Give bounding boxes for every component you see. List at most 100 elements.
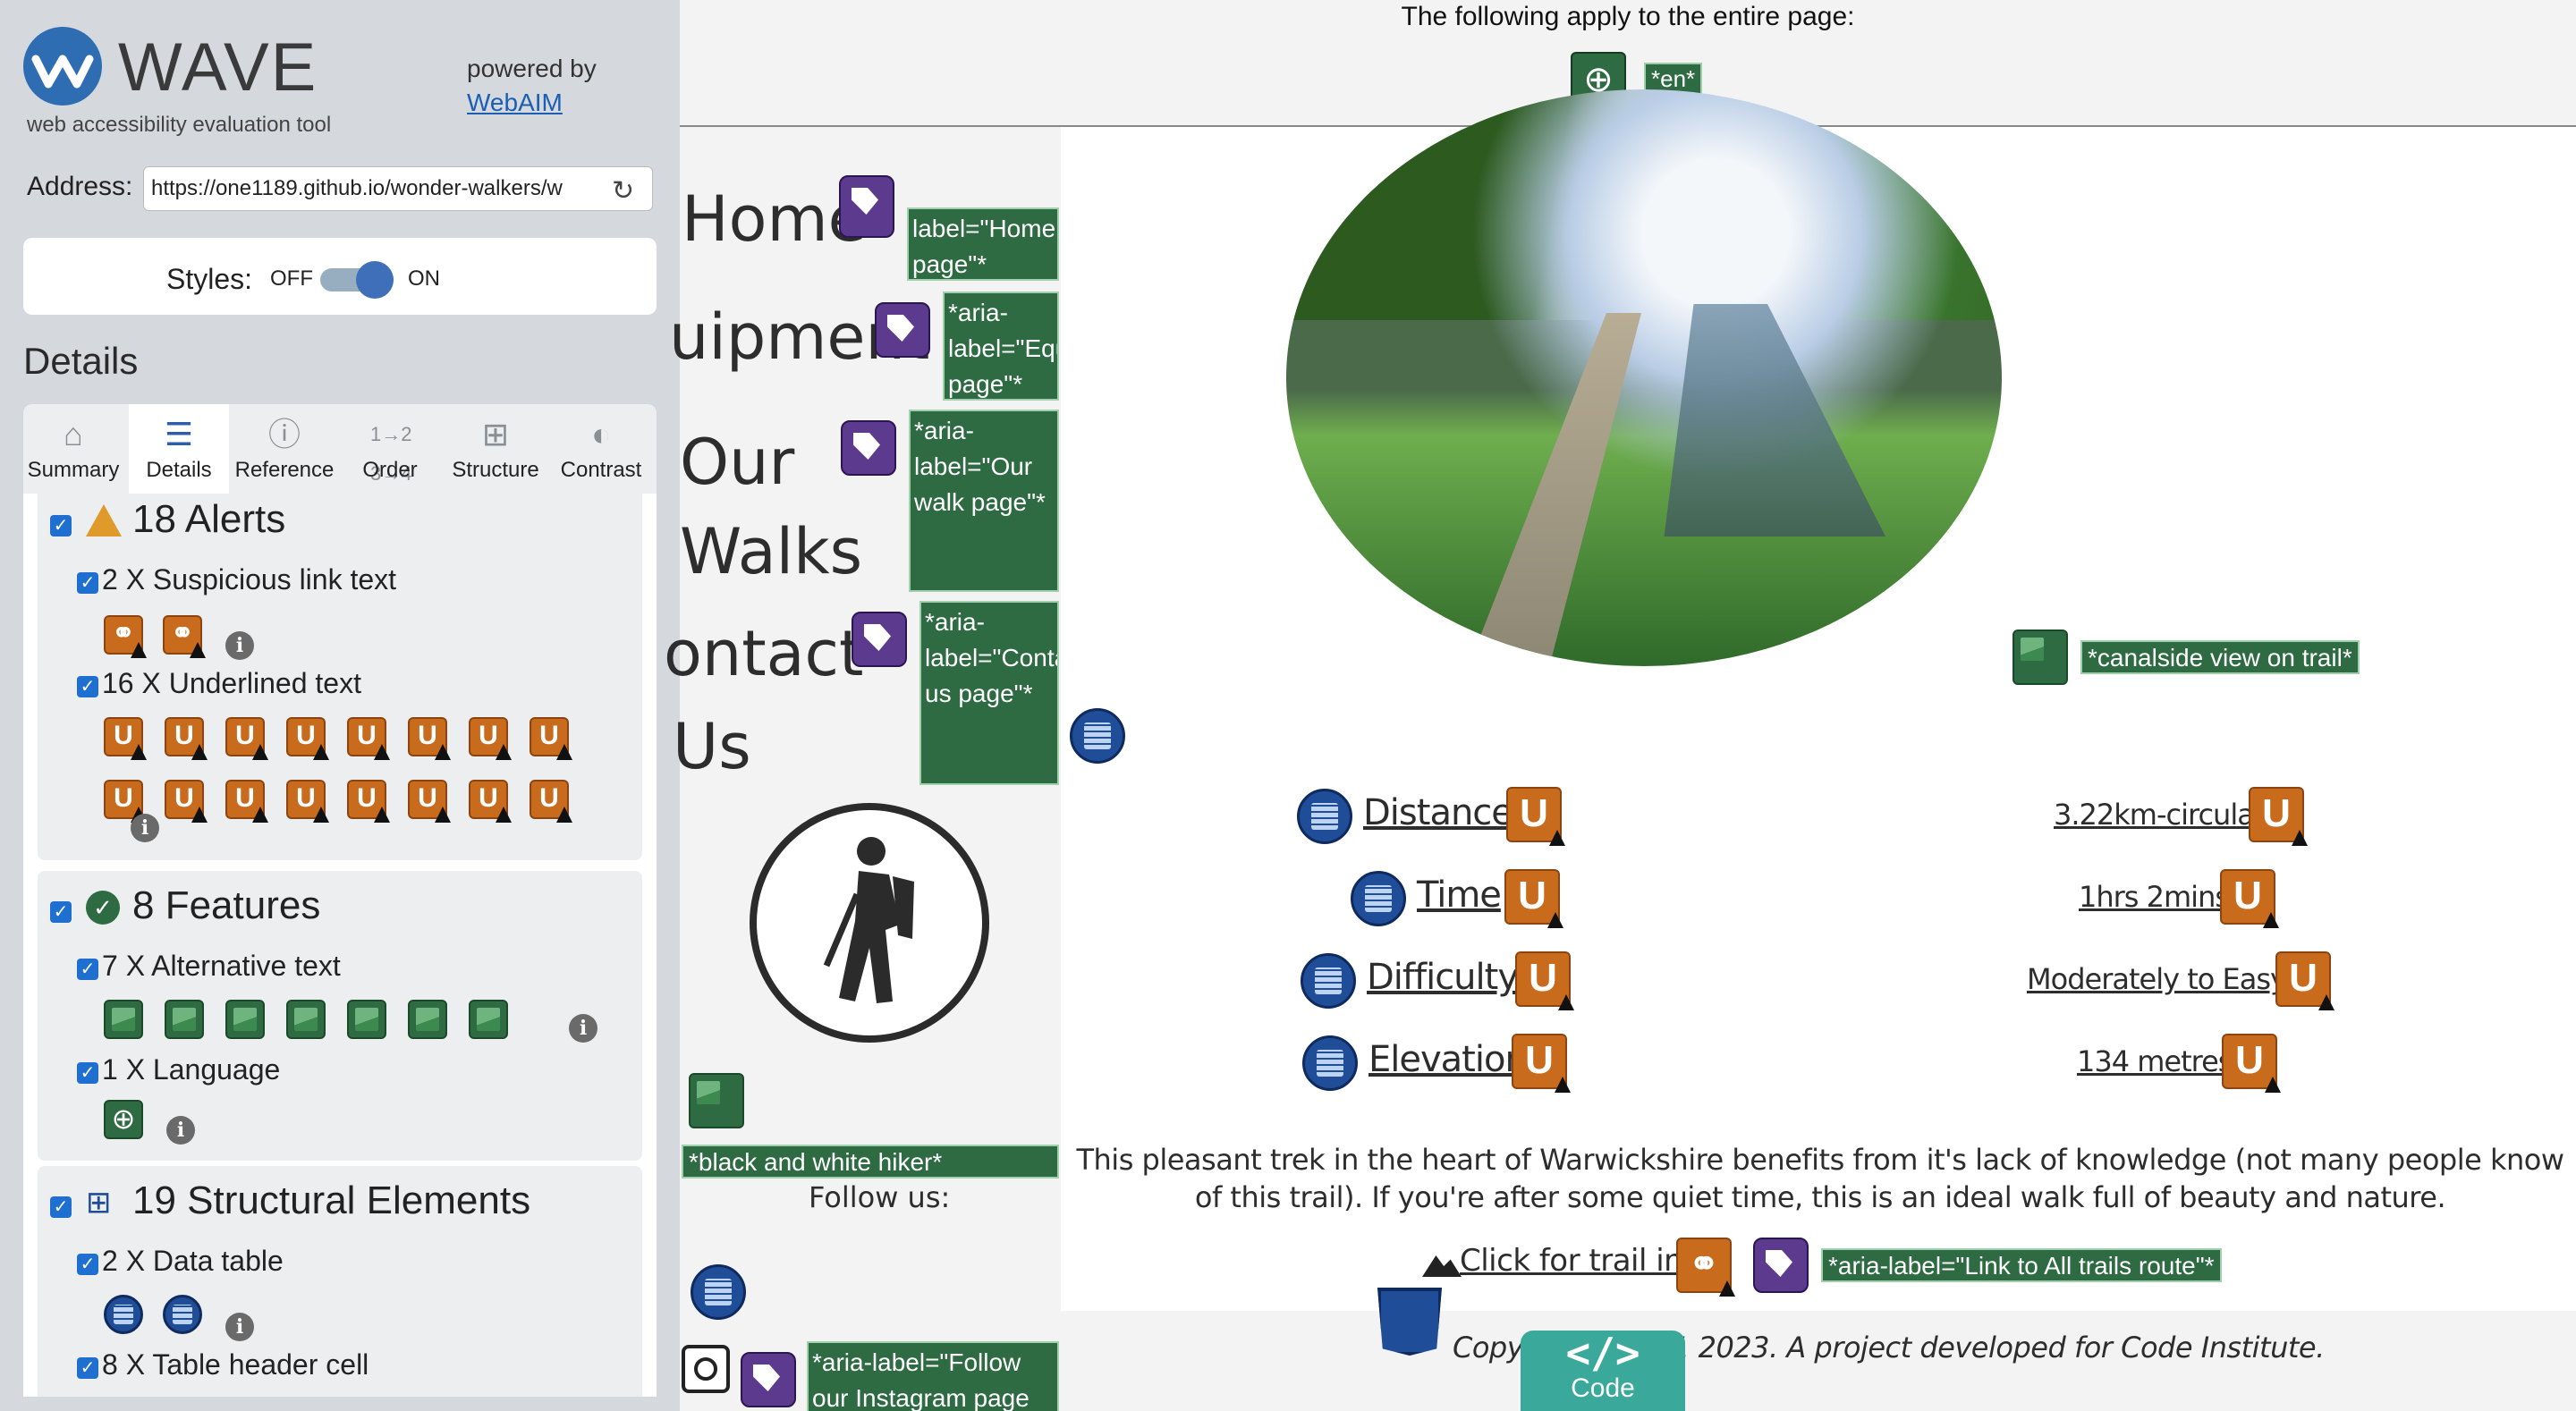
table-header-cell-icon[interactable] — [1297, 789, 1352, 844]
table-header-elevation[interactable]: Elevation — [1368, 1039, 1528, 1080]
suspicious-checkbox[interactable]: ✓ — [77, 572, 98, 594]
underlined-text-icon[interactable]: U — [104, 780, 147, 823]
alt-text-checkbox[interactable]: ✓ — [77, 959, 98, 980]
styles-toggle-knob[interactable] — [356, 261, 394, 299]
table-header-time[interactable]: Time — [1417, 874, 1502, 916]
alt-text-icon[interactable] — [689, 1073, 744, 1128]
data-table-icon[interactable] — [163, 1295, 202, 1334]
underlined-text-icon[interactable]: U — [347, 780, 390, 823]
underlined-text-label: 16 X Underlined text — [102, 667, 361, 699]
underlined-text-icon[interactable]: U — [2220, 869, 2279, 928]
underlined-text-icon[interactable]: U — [2249, 787, 2308, 846]
underlined-text-icon[interactable]: U — [347, 717, 390, 760]
tab-label: Details — [146, 458, 212, 482]
underlined-text-icon[interactable]: U — [469, 717, 512, 760]
aria-label-icon[interactable] — [839, 175, 894, 238]
hero-alt-tag: *canalside view on trail* — [2080, 640, 2360, 674]
aria-label-icon[interactable] — [852, 612, 907, 667]
table-header-cell-icon[interactable] — [1351, 871, 1406, 926]
alt-text-icon[interactable] — [2012, 629, 2068, 685]
table-header-distance[interactable]: Distance — [1363, 792, 1513, 833]
underlined-text-icon[interactable]: U — [408, 780, 451, 823]
underlined-text-icon[interactable]: U — [1512, 1034, 1571, 1093]
wave-subtitle: web accessibility evaluation tool — [27, 113, 332, 137]
tab-reference[interactable]: ⓘ Reference — [234, 404, 335, 494]
info-icon[interactable]: i — [225, 631, 254, 660]
underlined-text-icon[interactable]: U — [1506, 787, 1565, 846]
list-structure-icon[interactable] — [1070, 708, 1125, 764]
info-icon[interactable]: i — [569, 1014, 597, 1043]
table-header-cell-icon[interactable] — [1301, 953, 1356, 1009]
underlined-text-icon[interactable]: U — [225, 780, 268, 823]
features-checkbox[interactable]: ✓ — [50, 901, 72, 923]
alt-text-icon[interactable] — [469, 1000, 508, 1039]
underlined-text-icon[interactable]: U — [286, 780, 329, 823]
tab-summary[interactable]: ⌂ Summary — [23, 404, 123, 494]
footer-structure-icon[interactable] — [1377, 1288, 1442, 1356]
tab-details[interactable]: ☰ Details — [129, 404, 229, 494]
data-table-checkbox[interactable]: ✓ — [77, 1254, 98, 1275]
code-button[interactable]: </> Code — [1521, 1331, 1685, 1411]
underlined-text-icon[interactable]: U — [530, 717, 572, 760]
details-heading: Details — [23, 340, 139, 382]
language-globe-icon[interactable]: ⊕ — [104, 1100, 143, 1139]
alerts-group: ✓ 18 Alerts ✓ 2 X Suspicious link text ⚭… — [38, 494, 642, 860]
address-input[interactable]: https://one1189.github.io/wonder-walkers… — [143, 166, 653, 211]
structure-heading: 19 Structural Elements — [132, 1179, 531, 1222]
alt-text-icon[interactable] — [165, 1000, 204, 1039]
alt-text-icon[interactable] — [286, 1000, 326, 1039]
tab-structure[interactable]: ⊞ Structure — [445, 404, 546, 494]
instagram-icon[interactable] — [682, 1345, 730, 1393]
list-structure-icon[interactable] — [691, 1264, 746, 1320]
hero-image — [1286, 89, 2002, 666]
underlined-text-icon[interactable]: U — [165, 780, 208, 823]
aria-label-icon[interactable] — [741, 1352, 796, 1407]
wave-logo-text: WAVE — [118, 30, 318, 106]
suspicious-link-icon[interactable]: ⚭ — [104, 615, 147, 658]
underlined-text-icon[interactable]: U — [286, 717, 329, 760]
contrast-icon: ◐ — [591, 416, 611, 452]
language-checkbox[interactable]: ✓ — [77, 1062, 98, 1084]
underlined-text-icon[interactable]: U — [165, 717, 208, 760]
info-icon[interactable]: i — [131, 814, 159, 842]
reload-icon[interactable]: ↻ — [612, 175, 634, 207]
underlined-text-icon[interactable]: U — [2222, 1034, 2281, 1093]
tab-order[interactable]: 1→2 3→4 Order — [340, 404, 440, 494]
underlined-text-icon[interactable]: U — [469, 780, 512, 823]
aria-label-icon[interactable] — [1753, 1238, 1809, 1293]
underlined-text-icon[interactable]: U — [225, 717, 268, 760]
table-header-cell-icon[interactable] — [1302, 1035, 1358, 1091]
alt-text-icon[interactable] — [408, 1000, 447, 1039]
info-icon[interactable]: i — [166, 1116, 195, 1145]
underlined-checkbox[interactable]: ✓ — [77, 676, 98, 697]
underlined-text-icon[interactable]: U — [408, 717, 451, 760]
suspicious-link-icon[interactable]: ⚭ — [163, 615, 206, 658]
structure-checkbox[interactable]: ✓ — [50, 1196, 72, 1218]
nav-contact-link[interactable]: ontact — [664, 617, 863, 690]
underlined-text-icon[interactable]: U — [2275, 951, 2334, 1010]
aria-label-icon[interactable] — [875, 302, 930, 358]
underlined-text-icon[interactable]: U — [1515, 951, 1574, 1010]
features-group: ✓ ✓ 8 Features ✓ 7 X Alternative text i … — [38, 871, 642, 1161]
table-header-difficulty[interactable]: Difficulty — [1367, 957, 1519, 998]
aria-label-icon[interactable] — [841, 420, 896, 476]
alt-text-icon[interactable] — [347, 1000, 386, 1039]
code-label: Code — [1571, 1373, 1635, 1403]
underlined-text-icon[interactable]: U — [530, 780, 572, 823]
trail-info-link[interactable]: Click for trail info — [1460, 1243, 1712, 1279]
alerts-checkbox[interactable]: ✓ — [50, 515, 72, 537]
underlined-text-icon[interactable]: U — [104, 717, 147, 760]
nav-walks-link[interactable]: Our — [680, 426, 794, 499]
webaim-link[interactable]: WebAIM — [467, 89, 563, 116]
alt-text-icon[interactable] — [104, 1000, 143, 1039]
header-cell-checkbox[interactable]: ✓ — [77, 1357, 98, 1379]
nav-contact-link-line2[interactable]: Us — [673, 710, 751, 783]
info-icon[interactable]: i — [225, 1313, 254, 1341]
nav-walks-link-line2[interactable]: Walks — [680, 515, 862, 588]
tab-contrast[interactable]: ◐ Contrast — [551, 404, 651, 494]
tab-label: Reference — [234, 458, 335, 482]
underlined-text-icon[interactable]: U — [1504, 869, 1563, 928]
data-table-icon[interactable] — [104, 1295, 143, 1334]
suspicious-link-icon[interactable]: ⚭ — [1676, 1238, 1735, 1297]
alt-text-icon[interactable] — [225, 1000, 265, 1039]
